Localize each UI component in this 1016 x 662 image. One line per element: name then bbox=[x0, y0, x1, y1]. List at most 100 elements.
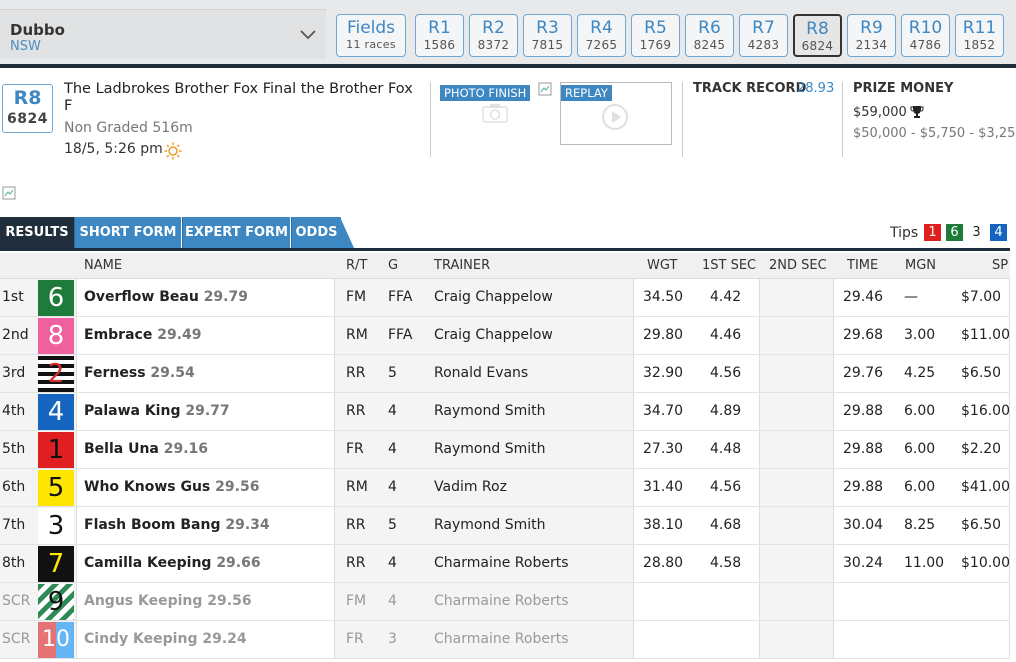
greyhound-link[interactable]: Palawa King 29.77 bbox=[84, 403, 230, 419]
race-button-r5[interactable]: R5 1769 bbox=[631, 14, 680, 57]
greyhound-link[interactable]: Bella Una 29.16 bbox=[84, 441, 208, 457]
tab-results[interactable]: RESULTS bbox=[0, 217, 74, 248]
trainer-cell[interactable]: Craig Chappelow bbox=[434, 327, 553, 343]
first-sec-cell: 4.58 bbox=[710, 555, 742, 571]
fields-button[interactable]: Fields 11 races bbox=[336, 14, 406, 57]
rug-number: 9 bbox=[38, 584, 74, 620]
greyhound-link[interactable]: Camilla Keeping 29.66 bbox=[84, 555, 261, 571]
trainer-cell[interactable]: Charmaine Roberts bbox=[434, 631, 568, 647]
table-row[interactable]: 7 Camilla Keeping 29.66 8th RR 4 Charmaine Ro… bbox=[0, 545, 1010, 583]
greyhound-rating: 29.66 bbox=[216, 555, 261, 571]
col-mgn[interactable]: MGN bbox=[905, 258, 936, 273]
col-g[interactable]: G bbox=[388, 258, 398, 273]
trainer-cell[interactable]: Raymond Smith bbox=[434, 441, 545, 457]
table-row[interactable]: 6 Overflow Beau 29.79 1st FM FFA Craig Chappe… bbox=[0, 279, 1010, 317]
race-button-number: 4283 bbox=[747, 38, 780, 52]
trainer-cell[interactable]: Charmaine Roberts bbox=[434, 593, 568, 609]
race-button-r6[interactable]: R6 8245 bbox=[685, 14, 734, 57]
table-row[interactable]: 2 Ferness 29.54 3rd RR 5 Ronald Evans 32.90 4.5… bbox=[0, 355, 1010, 393]
col-first-sec[interactable]: 1ST SEC bbox=[702, 258, 756, 273]
race-button-r4[interactable]: R4 7265 bbox=[577, 14, 626, 57]
rt-cell: RR bbox=[346, 517, 366, 533]
trainer-cell[interactable]: Charmaine Roberts bbox=[434, 555, 568, 571]
race-button-label: R7 bbox=[752, 18, 775, 38]
greyhound-link[interactable]: Ferness 29.54 bbox=[84, 365, 195, 381]
table-row[interactable]: 5 Who Knows Gus 29.56 6th RM 4 Vadim Roz 31.40… bbox=[0, 469, 1010, 507]
rug-number: 3 bbox=[38, 508, 74, 544]
greyhound-name: Bella Una bbox=[84, 441, 159, 457]
tab-odds[interactable]: ODDS bbox=[291, 217, 341, 248]
col-name[interactable]: NAME bbox=[84, 258, 122, 273]
col-trainer[interactable]: TRAINER bbox=[434, 258, 490, 273]
race-button-r1[interactable]: R1 1586 bbox=[415, 14, 464, 57]
trainer-cell[interactable]: Raymond Smith bbox=[434, 403, 545, 419]
camera-icon[interactable] bbox=[480, 102, 510, 124]
margin-cell: 6.00 bbox=[904, 441, 936, 457]
greyhound-link[interactable]: Cindy Keeping 29.24 bbox=[84, 631, 247, 647]
greyhound-link[interactable]: Flash Boom Bang 29.34 bbox=[84, 517, 270, 533]
greyhound-link[interactable]: Who Knows Gus 29.56 bbox=[84, 479, 259, 495]
race-button-label: R2 bbox=[482, 18, 505, 38]
table-row[interactable]: 8 Embrace 29.49 2nd RM FFA Craig Chappelow 29.… bbox=[0, 317, 1010, 355]
race-button-r10[interactable]: R10 4786 bbox=[901, 14, 950, 57]
race-button-r2[interactable]: R2 8372 bbox=[469, 14, 518, 57]
replay-video[interactable]: REPLAY bbox=[560, 82, 672, 145]
race-button-number: 6824 bbox=[801, 39, 834, 53]
greyhound-name: Embrace bbox=[84, 327, 153, 343]
tip-box: 6 bbox=[946, 224, 963, 241]
col-sp[interactable]: SP bbox=[992, 258, 1008, 273]
table-row[interactable]: 10 Cindy Keeping 29.24 SCR FR 3 Charmaine Rob… bbox=[0, 621, 1010, 659]
venue-name: Dubbo bbox=[10, 21, 65, 39]
tab-short-form[interactable]: SHORT FORM bbox=[74, 217, 181, 248]
first-sec-cell: 4.89 bbox=[710, 403, 742, 419]
col-rt[interactable]: R/T bbox=[346, 258, 367, 273]
race-button-number: 7265 bbox=[585, 38, 618, 52]
tab-expert-form[interactable]: EXPERT FORM bbox=[182, 217, 290, 248]
grade-cell: 4 bbox=[388, 593, 397, 609]
table-row[interactable]: 4 Palawa King 29.77 4th RR 4 Raymond Smith 34.… bbox=[0, 393, 1010, 431]
time-cell: 29.88 bbox=[843, 403, 884, 419]
race-button-r7[interactable]: R7 4283 bbox=[739, 14, 788, 57]
weight-cell: 31.40 bbox=[643, 479, 684, 495]
race-button-r3[interactable]: R3 7815 bbox=[523, 14, 572, 57]
weight-cell: 32.90 bbox=[643, 365, 684, 381]
first-sec-cell: 4.56 bbox=[710, 365, 742, 381]
tip-box: 1 bbox=[924, 224, 941, 241]
weight-cell: 28.80 bbox=[643, 555, 684, 571]
race-button-number: 7815 bbox=[531, 38, 564, 52]
chevron-down-icon[interactable] bbox=[298, 24, 318, 44]
race-button-r8[interactable]: R8 6824 bbox=[793, 14, 842, 57]
sp-cell: $2.20 bbox=[961, 441, 1002, 457]
grade-cell: FFA bbox=[388, 289, 413, 305]
race-button-label: R5 bbox=[644, 18, 667, 38]
greyhound-link[interactable]: Embrace 29.49 bbox=[84, 327, 202, 343]
tabs-bar: RESULTS SHORT FORM EXPERT FORM ODDS Tips 16… bbox=[0, 217, 1016, 251]
time-cell: 29.76 bbox=[843, 365, 884, 381]
play-icon[interactable] bbox=[601, 103, 629, 131]
trainer-cell[interactable]: Ronald Evans bbox=[434, 365, 528, 381]
race-button-number: 8245 bbox=[693, 38, 726, 52]
col-second-sec[interactable]: 2ND SEC bbox=[769, 258, 827, 273]
greyhound-link[interactable]: Overflow Beau 29.79 bbox=[84, 289, 248, 305]
trainer-cell[interactable]: Vadim Roz bbox=[434, 479, 507, 495]
venue-selector[interactable]: Dubbo NSW bbox=[0, 9, 326, 59]
time-cell: 30.24 bbox=[843, 555, 884, 571]
col-wgt[interactable]: WGT bbox=[647, 258, 677, 273]
photo-finish-label[interactable]: PHOTO FINISH bbox=[440, 85, 531, 101]
rt-cell: FM bbox=[346, 289, 367, 305]
greyhound-link[interactable]: Angus Keeping 29.56 bbox=[84, 593, 252, 609]
table-row[interactable]: 9 Angus Keeping 29.56 SCR FM 4 Charmaine Robe… bbox=[0, 583, 1010, 621]
trainer-cell[interactable]: Raymond Smith bbox=[434, 517, 545, 533]
position-cell: 1st bbox=[2, 289, 24, 305]
sp-cell: $6.50 bbox=[961, 517, 1002, 533]
rug-number: 1 bbox=[38, 432, 74, 468]
race-button-label: R3 bbox=[536, 18, 559, 38]
table-row[interactable]: 1 Bella Una 29.16 5th FR 4 Raymond Smith 27.30… bbox=[0, 431, 1010, 469]
trainer-cell[interactable]: Craig Chappelow bbox=[434, 289, 553, 305]
table-row[interactable]: 3 Flash Boom Bang 29.34 7th RR 5 Raymond Smit… bbox=[0, 507, 1010, 545]
col-time[interactable]: TIME bbox=[847, 258, 878, 273]
race-button-label: R9 bbox=[860, 18, 883, 38]
race-button-r11[interactable]: R11 1852 bbox=[955, 14, 1004, 57]
rt-cell: RR bbox=[346, 365, 366, 381]
race-button-r9[interactable]: R9 2134 bbox=[847, 14, 896, 57]
